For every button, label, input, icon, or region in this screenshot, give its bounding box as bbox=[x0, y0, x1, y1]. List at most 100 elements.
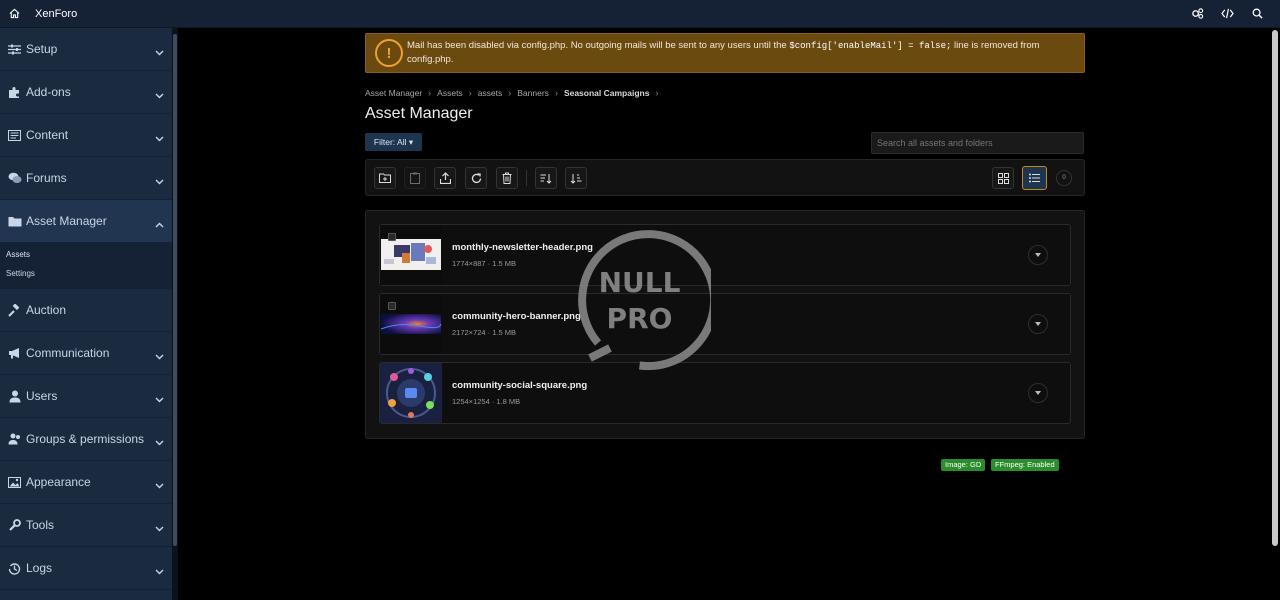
sidebar-item-label: Setup bbox=[26, 42, 58, 56]
file-name[interactable]: community-hero-banner.png bbox=[452, 311, 581, 322]
brand-link[interactable]: XenForo bbox=[35, 8, 77, 20]
main-scrollbar[interactable] bbox=[1270, 28, 1280, 600]
sidebar-item-label: Asset Manager bbox=[26, 214, 107, 228]
sidebar-item-forums[interactable]: Forums bbox=[0, 157, 172, 200]
sidebar-item-label: Communication bbox=[26, 346, 110, 360]
selected-count-badge: 0 bbox=[1056, 170, 1072, 186]
file-meta: 2172×724 · 1.5 MB bbox=[452, 328, 517, 337]
breadcrumb-item[interactable]: Banners bbox=[517, 88, 549, 98]
sidebar-item-label: Logs bbox=[26, 561, 53, 575]
megaphone-icon bbox=[7, 346, 22, 361]
comments-icon bbox=[7, 171, 22, 186]
row-menu-button[interactable] bbox=[1028, 245, 1048, 265]
page-title: Asset Manager bbox=[365, 105, 473, 122]
sidebar-item-appearance[interactable]: Appearance bbox=[0, 461, 172, 504]
sort-ascending-button[interactable] bbox=[535, 167, 557, 189]
warning-icon: ! bbox=[375, 39, 403, 67]
file-meta: 1254×1254 · 1.8 MB bbox=[452, 397, 521, 406]
list-item[interactable]: community-hero-banner.png 2172×724 · 1.5… bbox=[379, 293, 1071, 355]
sliders-icon bbox=[7, 42, 22, 57]
filter-dropdown[interactable]: Filter: All ▾ bbox=[365, 133, 422, 151]
user-group-icon bbox=[7, 432, 22, 447]
row-menu-button[interactable] bbox=[1028, 383, 1048, 403]
image-library-badge: Image: GD bbox=[941, 459, 986, 471]
sidebar-scrollbar[interactable] bbox=[172, 28, 178, 600]
chevron-down-icon bbox=[155, 476, 164, 494]
ffmpeg-badge: FFmpeg: Enabled bbox=[991, 459, 1059, 471]
chevron-down-icon bbox=[155, 433, 164, 451]
chevron-down-icon bbox=[155, 562, 164, 580]
file-name[interactable]: monthly-newsletter-header.png bbox=[452, 242, 593, 253]
sidebar-subitem-settings[interactable]: Settings bbox=[0, 268, 172, 287]
asset-list: monthly-newsletter-header.png 1774×887 ·… bbox=[365, 210, 1085, 439]
sidebar-item-auction[interactable]: Auction bbox=[0, 289, 172, 332]
breadcrumb-item[interactable]: Assets bbox=[437, 88, 463, 98]
chevron-down-icon bbox=[155, 347, 164, 365]
sidebar-item-asset-manager[interactable]: Asset Manager bbox=[0, 200, 172, 243]
sidebar-item-label: Add-ons bbox=[26, 85, 71, 99]
alert-text: Mail has been disabled via config.php. N… bbox=[407, 40, 1040, 65]
alert-code: $config['enableMail'] = false; bbox=[789, 41, 952, 51]
history-icon bbox=[7, 561, 22, 576]
asset-manager-submenu: Assets Settings bbox=[0, 243, 172, 289]
sidebar-item-label: Content bbox=[26, 128, 69, 142]
folder-icon bbox=[7, 214, 22, 229]
sidebar-subitem-assets[interactable]: Assets bbox=[0, 249, 172, 268]
sidebar-item-groups-permissions[interactable]: Groups & permissions bbox=[0, 418, 172, 461]
sidebar-item-logs[interactable]: Logs bbox=[0, 547, 172, 590]
breadcrumb: Asset Manager › Assets › assets › Banners › … bbox=[365, 88, 659, 98]
row-menu-button[interactable] bbox=[1028, 314, 1048, 334]
refresh-button[interactable] bbox=[465, 167, 487, 189]
breadcrumb-item[interactable]: Asset Manager bbox=[365, 88, 422, 98]
sidebar: Setup Add-ons Content Forums Asset Manag… bbox=[0, 28, 172, 600]
top-bar: XenForo bbox=[0, 0, 1280, 28]
chevron-down-icon bbox=[155, 172, 164, 190]
user-icon bbox=[7, 389, 22, 404]
list-view-button[interactable] bbox=[1022, 166, 1047, 190]
gavel-icon bbox=[7, 303, 22, 318]
sidebar-item-tools[interactable]: Tools bbox=[0, 504, 172, 547]
file-name[interactable]: community-social-square.png bbox=[452, 380, 587, 391]
sort-descending-button[interactable] bbox=[565, 167, 587, 189]
chevron-down-icon bbox=[155, 129, 164, 147]
list-item[interactable]: community-social-square.png 1254×1254 · … bbox=[379, 362, 1071, 424]
search-input[interactable] bbox=[871, 132, 1084, 154]
grid-view-button[interactable] bbox=[992, 167, 1014, 189]
chevron-down-icon bbox=[155, 390, 164, 408]
select-checkbox[interactable] bbox=[388, 233, 396, 241]
delete-button[interactable] bbox=[496, 167, 518, 189]
wrench-icon bbox=[7, 518, 22, 533]
paste-button[interactable] bbox=[404, 167, 426, 189]
list-item[interactable]: monthly-newsletter-header.png 1774×887 ·… bbox=[379, 224, 1071, 286]
search-icon[interactable] bbox=[1242, 0, 1272, 28]
breadcrumb-item[interactable]: Seasonal Campaigns bbox=[564, 88, 650, 98]
chevron-down-icon bbox=[155, 86, 164, 104]
select-checkbox[interactable] bbox=[388, 302, 396, 310]
asset-toolbar: 0 bbox=[365, 159, 1085, 196]
sidebar-item-setup[interactable]: Setup bbox=[0, 28, 172, 71]
sidebar-item-label: Users bbox=[26, 389, 58, 403]
sidebar-item-label: Forums bbox=[26, 171, 67, 185]
sidebar-item-communication[interactable]: Communication bbox=[0, 332, 172, 375]
code-icon[interactable] bbox=[1212, 0, 1242, 28]
sidebar-item-users[interactable]: Users bbox=[0, 375, 172, 418]
upload-button[interactable] bbox=[434, 167, 456, 189]
sidebar-item-label: Tools bbox=[26, 518, 55, 532]
sidebar-item-label: Groups & permissions bbox=[26, 432, 145, 446]
sidebar-item-addons[interactable]: Add-ons bbox=[0, 71, 172, 114]
gear-icon[interactable] bbox=[1182, 0, 1212, 28]
mail-disabled-alert: ! Mail has been disabled via config.php.… bbox=[365, 33, 1085, 73]
home-icon[interactable] bbox=[0, 0, 28, 28]
breadcrumb-item[interactable]: assets bbox=[478, 88, 503, 98]
thumbnail-image bbox=[380, 363, 442, 423]
puzzle-icon bbox=[7, 85, 22, 100]
new-folder-button[interactable] bbox=[374, 167, 396, 189]
image-icon bbox=[7, 475, 22, 490]
chevron-down-icon bbox=[155, 43, 164, 61]
sidebar-item-label: Auction bbox=[26, 303, 67, 317]
sidebar-item-label: Appearance bbox=[26, 475, 91, 489]
newspaper-icon bbox=[7, 128, 22, 143]
chevron-up-icon bbox=[155, 215, 164, 233]
sidebar-item-content[interactable]: Content bbox=[0, 114, 172, 157]
chevron-down-icon bbox=[155, 519, 164, 537]
